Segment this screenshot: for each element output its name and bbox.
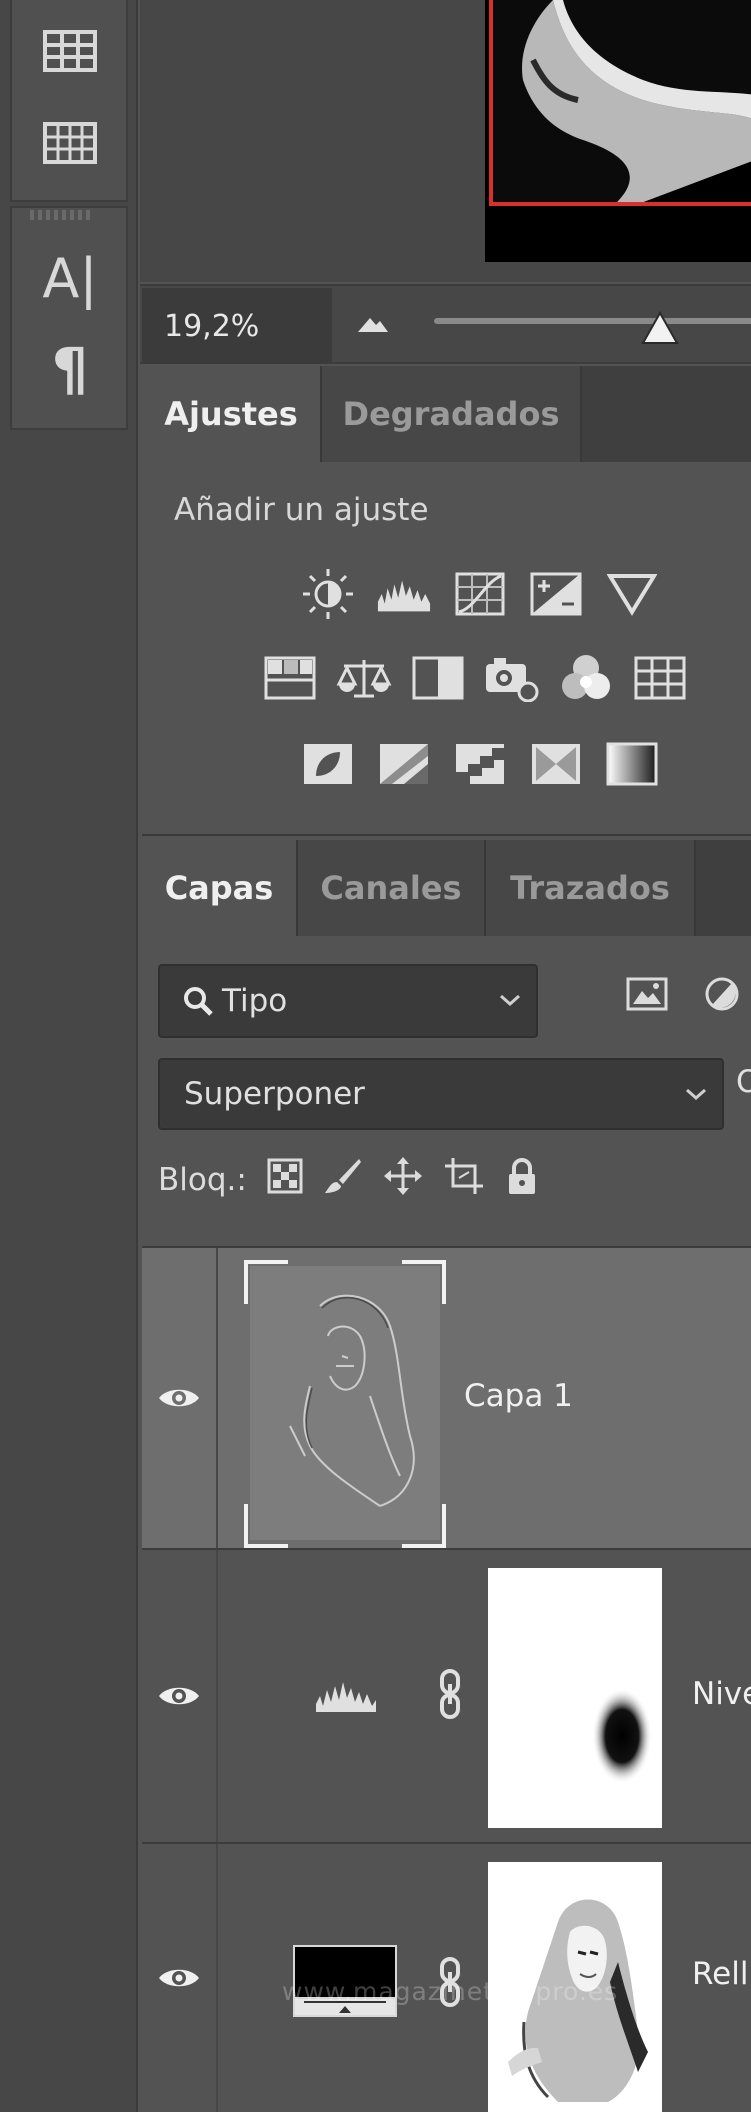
layer-filter-icons <box>626 976 740 1016</box>
view-rectangle[interactable] <box>489 0 751 206</box>
layer-thumbnail-capa-1[interactable] <box>250 1266 440 1540</box>
blend-mode-value: Superponer <box>184 1076 365 1112</box>
eye-icon <box>159 1389 199 1407</box>
chevron-down-icon <box>500 994 520 1007</box>
zoom-slider-thumb[interactable] <box>640 310 680 350</box>
curves-icon[interactable] <box>452 566 508 622</box>
document-thumbnail[interactable] <box>485 0 751 262</box>
posterize-icon[interactable] <box>376 736 432 792</box>
blend-mode-dropdown[interactable]: Superponer <box>158 1058 724 1130</box>
gradient-map-icon[interactable] <box>604 736 660 792</box>
tab-label: Canales <box>320 869 462 907</box>
thumbnail-corner <box>402 1260 446 1304</box>
lock-transparent-pixels-icon[interactable] <box>267 1158 303 1202</box>
adjustment-row-2 <box>262 650 688 706</box>
color-balance-icon[interactable] <box>336 650 392 706</box>
pixel-layer-filter-icon[interactable] <box>626 977 668 1015</box>
levels-adjustment-icon[interactable] <box>314 1680 378 1718</box>
character-panel-icon[interactable]: A| <box>30 244 110 314</box>
grid-layout-icon[interactable] <box>30 108 110 178</box>
lock-image-pixels-brush-icon[interactable] <box>323 1156 363 1204</box>
tab-label: Capas <box>164 869 274 907</box>
layer-name[interactable]: Rell <box>692 1956 748 1992</box>
chevron-down-icon <box>686 1088 706 1101</box>
zoom-slider-track[interactable] <box>434 318 751 324</box>
layers-tab-bar: Capas Canales Trazados <box>142 840 751 936</box>
tab-degradados[interactable]: Degradados <box>322 366 582 462</box>
lock-label: Bloq.: <box>158 1162 247 1198</box>
layer-row-niveles[interactable]: Nive <box>142 1548 751 1842</box>
tab-label: Trazados <box>510 869 670 907</box>
layer-mask-thumbnail-niveles[interactable] <box>488 1568 662 1828</box>
lock-all-padlock-icon[interactable] <box>505 1156 539 1204</box>
layer-filter-dropdown[interactable]: Tipo <box>158 964 538 1038</box>
color-lookup-icon[interactable] <box>632 650 688 706</box>
layer-row-capa-1[interactable]: Capa 1 <box>142 1246 751 1548</box>
paragraph-panel-icon[interactable]: ¶ <box>30 334 110 404</box>
adjustments-heading: Añadir un ajuste <box>174 492 429 528</box>
zoom-percentage-field[interactable]: 19,2% <box>142 288 332 364</box>
adjustment-row-3 <box>300 736 660 792</box>
lock-row: Bloq.: <box>158 1156 539 1204</box>
lock-artboard-crop-icon[interactable] <box>443 1156 485 1204</box>
tab-canales[interactable]: Canales <box>298 840 486 936</box>
tab-capas[interactable]: Capas <box>142 840 298 936</box>
adjustment-layer-filter-icon[interactable] <box>704 976 740 1016</box>
visibility-toggle[interactable] <box>142 1550 218 1842</box>
exposure-icon[interactable] <box>528 566 584 622</box>
toolbar-grip[interactable] <box>30 210 90 220</box>
thumbnail-corner <box>402 1504 446 1548</box>
levels-icon[interactable] <box>376 566 432 622</box>
tab-ajustes[interactable]: Ajustes <box>142 366 322 462</box>
adjustments-panel: Ajustes Degradados Añadir un ajuste <box>142 366 751 836</box>
visibility-toggle[interactable] <box>142 1248 218 1548</box>
brightness-contrast-icon[interactable] <box>300 566 356 622</box>
tool-sidebar: A| ¶ <box>0 0 138 2112</box>
layer-name[interactable]: Capa 1 <box>464 1378 573 1414</box>
tab-label: Ajustes <box>164 395 298 433</box>
eye-icon <box>159 1687 199 1705</box>
invert-icon[interactable] <box>300 736 356 792</box>
right-panel-area: 19,2% Ajustes Degradados Añadir un ajust… <box>140 0 751 2112</box>
thumbnail-corner <box>244 1260 288 1304</box>
tab-label: Degradados <box>342 395 560 433</box>
navigator-preview <box>140 0 751 282</box>
visibility-toggle[interactable] <box>142 1844 218 2112</box>
filter-value: Tipo <box>222 983 288 1019</box>
channel-mixer-icon[interactable] <box>558 650 614 706</box>
navigator-zoom-bar: 19,2% <box>140 284 751 364</box>
selective-color-icon[interactable] <box>528 736 584 792</box>
zoom-value: 19,2% <box>164 308 260 344</box>
layer-name[interactable]: Nive <box>692 1676 751 1712</box>
watermark-text: www.magazinetfcdpro.es <box>282 1977 619 2006</box>
zoom-out-mountain-icon[interactable] <box>356 314 390 338</box>
opacity-label: O <box>736 1064 751 1100</box>
lock-position-move-icon[interactable] <box>383 1156 423 1204</box>
adjustments-tab-bar: Ajustes Degradados <box>142 366 751 462</box>
hue-saturation-icon[interactable] <box>262 650 318 706</box>
thumbnail-corner <box>244 1504 288 1548</box>
eye-icon <box>159 1969 199 1987</box>
threshold-icon[interactable] <box>452 736 508 792</box>
mask-link-chain-icon[interactable] <box>438 1668 462 1724</box>
search-icon <box>184 987 213 1016</box>
layers-panel: Capas Canales Trazados Tipo Superponer O… <box>142 840 751 2112</box>
table-icon[interactable] <box>30 16 110 86</box>
black-white-icon[interactable] <box>410 650 466 706</box>
adjustment-row-1 <box>300 566 660 622</box>
photo-filter-icon[interactable] <box>484 650 540 706</box>
vibrance-icon[interactable] <box>604 566 660 622</box>
tab-trazados[interactable]: Trazados <box>486 840 696 936</box>
